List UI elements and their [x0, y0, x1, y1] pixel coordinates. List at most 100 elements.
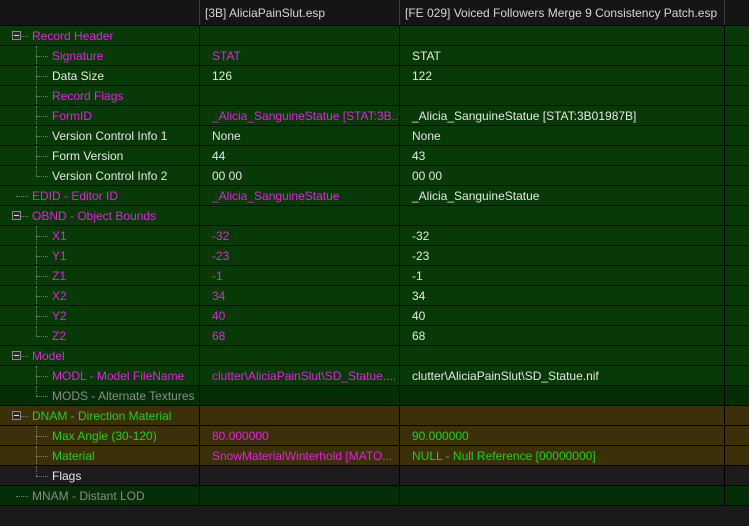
plugin-2-value-cell[interactable] [400, 26, 725, 46]
field-name-cell: Form Version [0, 146, 200, 166]
tree-row[interactable]: Material SnowMaterialWinterhold [MATO... N… [0, 446, 749, 466]
tree-row[interactable]: FormID _Alicia_SanguineStatue [STAT:3B...… [0, 106, 749, 126]
plugin-2-value-cell[interactable]: _Alicia_SanguineStatue [400, 186, 725, 206]
plugin-2-value-cell[interactable]: -23 [400, 246, 725, 266]
tree-row[interactable]: Z1 -1 -1 [0, 266, 749, 286]
spacer-cell [725, 346, 749, 366]
plugin-1-value-cell[interactable] [200, 406, 400, 426]
plugin-2-value-cell[interactable]: 122 [400, 66, 725, 86]
plugin-1-value-cell[interactable]: -32 [200, 226, 400, 246]
tree-connector-line [36, 116, 48, 117]
plugin-1-value-cell[interactable]: _Alicia_SanguineStatue [STAT:3B... [200, 106, 400, 126]
tree-row[interactable]: Form Version 44 43 [0, 146, 749, 166]
plugin-2-value-cell[interactable]: None [400, 126, 725, 146]
tree-row[interactable]: Version Control Info 1 None None [0, 126, 749, 146]
plugin-1-value-cell[interactable]: 44 [200, 146, 400, 166]
plugin-2-value-cell[interactable]: -32 [400, 226, 725, 246]
collapse-toggle-icon[interactable] [12, 351, 21, 360]
tree-row[interactable]: Data Size 126 122 [0, 66, 749, 86]
field-name-cell: OBND - Object Bounds [0, 206, 200, 226]
plugin-1-value-cell[interactable]: STAT [200, 46, 400, 66]
plugin-2-value-cell[interactable] [400, 486, 725, 506]
tree-row[interactable]: MODL - Model FileName clutter\AliciaPainS… [0, 366, 749, 386]
tree-row[interactable]: Z2 68 68 [0, 326, 749, 346]
plugin-1-value-cell[interactable]: _Alicia_SanguineStatue [200, 186, 400, 206]
tree-row[interactable]: Y2 40 40 [0, 306, 749, 326]
plugin-1-value-cell[interactable]: 34 [200, 286, 400, 306]
plugin-2-value-cell[interactable]: 90.000000 [400, 426, 725, 446]
collapse-toggle-icon[interactable] [12, 211, 21, 220]
plugin-2-value-cell[interactable]: clutter\AliciaPainSlut\SD_Statue.nif [400, 366, 725, 386]
tree-row[interactable]: OBND - Object Bounds [0, 206, 749, 226]
column-header-plugin-2[interactable]: [FE 029] Voiced Followers Merge 9 Consis… [400, 0, 725, 25]
tree-connector-line [36, 456, 48, 457]
tree-row[interactable]: EDID - Editor ID _Alicia_SanguineStatue _A… [0, 186, 749, 206]
field-name-cell: Material [0, 446, 200, 466]
plugin-2-value-cell[interactable]: 40 [400, 306, 725, 326]
plugin-2-value-cell[interactable]: 43 [400, 146, 725, 166]
tree-row[interactable]: Max Angle (30-120) 80.000000 90.000000 [0, 426, 749, 446]
plugin-2-value-cell[interactable] [400, 386, 725, 406]
plugin-1-value-cell[interactable]: None [200, 126, 400, 146]
tree-row[interactable]: X2 34 34 [0, 286, 749, 306]
plugin-2-value-cell[interactable]: 00 00 [400, 166, 725, 186]
plugin-2-value-cell[interactable]: STAT [400, 46, 725, 66]
tree-connector-line [16, 496, 28, 497]
plugin-2-value-cell[interactable]: -1 [400, 266, 725, 286]
tree-row[interactable]: MODS - Alternate Textures [0, 386, 749, 406]
tree-connector-line [36, 166, 37, 176]
plugin-2-value-cell[interactable]: _Alicia_SanguineStatue [STAT:3B01987B] [400, 106, 725, 126]
tree-row[interactable]: Signature STAT STAT [0, 46, 749, 66]
tree-row[interactable]: MNAM - Distant LOD [0, 486, 749, 506]
tree-row[interactable]: Record Flags [0, 86, 749, 106]
collapse-toggle-icon[interactable] [12, 31, 21, 40]
plugin-1-value-cell[interactable]: 00 00 [200, 166, 400, 186]
field-label: Y1 [52, 249, 67, 263]
plugin-1-value-cell[interactable] [200, 346, 400, 366]
plugin-2-value-cell[interactable]: 34 [400, 286, 725, 306]
tree-row[interactable]: Y1 -23 -23 [0, 246, 749, 266]
plugin-1-value-cell[interactable] [200, 486, 400, 506]
plugin-2-value-cell[interactable] [400, 206, 725, 226]
plugin-1-value-cell[interactable] [200, 386, 400, 406]
field-label: Z2 [52, 329, 67, 343]
plugin-1-value-cell[interactable]: SnowMaterialWinterhold [MATO... [200, 446, 400, 466]
collapse-toggle-icon[interactable] [12, 411, 21, 420]
plugin-2-value-cell[interactable] [400, 86, 725, 106]
plugin-1-value-cell[interactable]: 40 [200, 306, 400, 326]
tree-row[interactable]: Flags [0, 466, 749, 486]
field-label: DNAM - Direction Material [32, 409, 172, 423]
plugin-2-value-cell[interactable]: 68 [400, 326, 725, 346]
plugin-1-value-cell[interactable]: clutter\AliciaPainSlut\SD_Statue.... [200, 366, 400, 386]
field-label: MODL - Model FileName [52, 369, 185, 383]
plugin-2-value-cell[interactable] [400, 466, 725, 486]
plugin-1-value-cell[interactable]: -23 [200, 246, 400, 266]
tree-row[interactable]: Version Control Info 2 00 00 00 00 [0, 166, 749, 186]
plugin-1-value-cell[interactable]: -1 [200, 266, 400, 286]
column-header-plugin-1[interactable]: [3B] AliciaPainSlut.esp [200, 0, 400, 25]
tree-row[interactable]: Model [0, 346, 749, 366]
spacer-cell [725, 426, 749, 446]
plugin-1-value-cell[interactable] [200, 86, 400, 106]
tree-row[interactable]: X1 -32 -32 [0, 226, 749, 246]
plugin-1-value-cell[interactable]: 68 [200, 326, 400, 346]
tree-connector-line [36, 56, 48, 57]
plugin-1-value-cell[interactable]: 80.000000 [200, 426, 400, 446]
column-header-field[interactable] [0, 0, 200, 25]
plugin-2-value-cell[interactable] [400, 406, 725, 426]
plugin-1-value-cell[interactable] [200, 26, 400, 46]
tree-connector-line [36, 396, 48, 397]
plugin-2-value-cell[interactable]: NULL - Null Reference [00000000] [400, 446, 725, 466]
tree-connector-line [36, 376, 48, 377]
tree-connector-line [36, 386, 37, 396]
plugin-1-value-cell[interactable] [200, 206, 400, 226]
tree-connector-line [36, 256, 48, 257]
plugin-2-value-cell[interactable] [400, 346, 725, 366]
field-name-cell: X1 [0, 226, 200, 246]
plugin-1-value-cell[interactable]: 126 [200, 66, 400, 86]
tree-row[interactable]: Record Header [0, 26, 749, 46]
spacer-cell [725, 386, 749, 406]
plugin-1-value-cell[interactable] [200, 466, 400, 486]
field-label: EDID - Editor ID [32, 189, 119, 203]
tree-row[interactable]: DNAM - Direction Material [0, 406, 749, 426]
